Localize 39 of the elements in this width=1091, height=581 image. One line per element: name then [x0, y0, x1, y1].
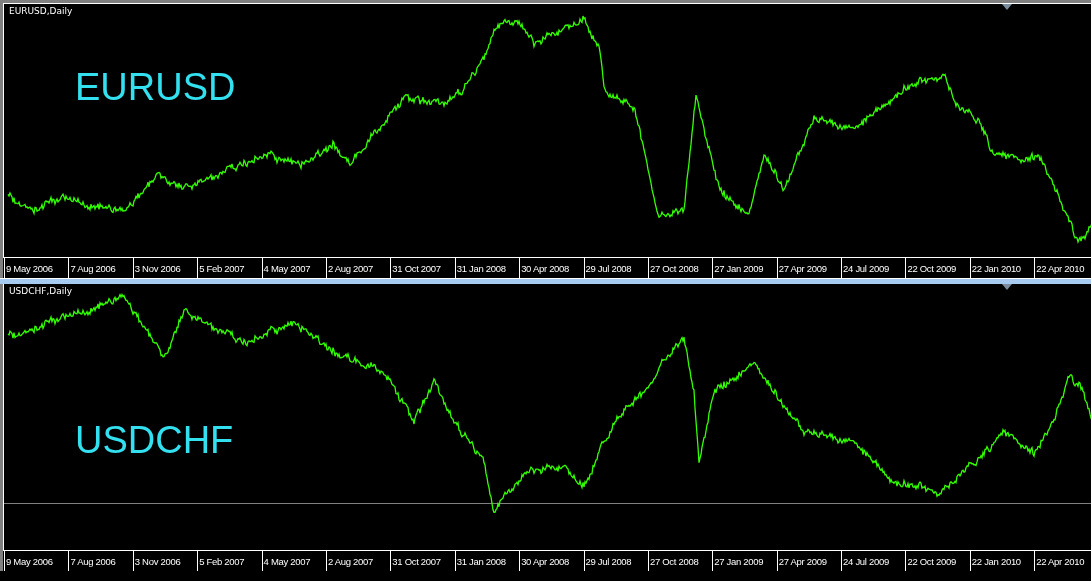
- date-label: 31 Jan 2008: [456, 263, 506, 274]
- date-label: 24 Jul 2009: [843, 263, 889, 274]
- date-label: 27 Apr 2009: [778, 556, 827, 567]
- date-label: 22 Jan 2010: [971, 556, 1021, 567]
- symbol-label: EURUSD: [75, 66, 236, 109]
- date-label: 22 Oct 2009: [907, 556, 956, 567]
- date-label: 3 Nov 2006: [134, 556, 181, 567]
- date-label: 5 Feb 2007: [199, 556, 245, 567]
- date-label: 22 Apr 2010: [1036, 263, 1085, 274]
- date-label: 31 Oct 2007: [392, 263, 441, 274]
- date-label: 30 Apr 2008: [521, 556, 570, 567]
- symbol-label: USDCHF: [75, 419, 234, 462]
- date-label: 27 Jan 2009: [714, 263, 764, 274]
- shift-marker-icon[interactable]: [1002, 4, 1012, 10]
- date-label: 7 Aug 2006: [70, 556, 116, 567]
- date-label: 3 Nov 2006: [134, 263, 181, 274]
- date-label: 24 Jul 2009: [843, 556, 889, 567]
- date-label: 29 Jul 2008: [585, 556, 632, 567]
- date-label: 4 May 2007: [263, 556, 311, 567]
- date-label: 27 Jan 2009: [714, 556, 764, 567]
- date-label: 29 Jul 2008: [585, 263, 632, 274]
- date-label: 2 Aug 2007: [327, 556, 374, 567]
- date-label: 9 May 2006: [6, 263, 53, 274]
- date-label: 22 Jan 2010: [971, 263, 1021, 274]
- date-label: 22 Oct 2009: [907, 263, 956, 274]
- date-label: 22 Apr 2010: [1036, 556, 1085, 567]
- chart-title: EURUSD,Daily: [9, 6, 73, 16]
- chart-title: USDCHF,Daily: [9, 286, 73, 296]
- date-label: 31 Jan 2008: [456, 556, 506, 567]
- date-label: 4 May 2007: [263, 263, 311, 274]
- date-label: 9 May 2006: [6, 556, 53, 567]
- date-label: 2 Aug 2007: [327, 263, 374, 274]
- date-label: 27 Oct 2008: [649, 556, 699, 567]
- date-label: 7 Aug 2006: [70, 263, 116, 274]
- date-label: 27 Oct 2008: [649, 263, 699, 274]
- date-label: 31 Oct 2007: [392, 556, 441, 567]
- date-label: 27 Apr 2009: [778, 263, 827, 274]
- date-label: 30 Apr 2008: [521, 263, 570, 274]
- date-label: 5 Feb 2007: [199, 263, 245, 274]
